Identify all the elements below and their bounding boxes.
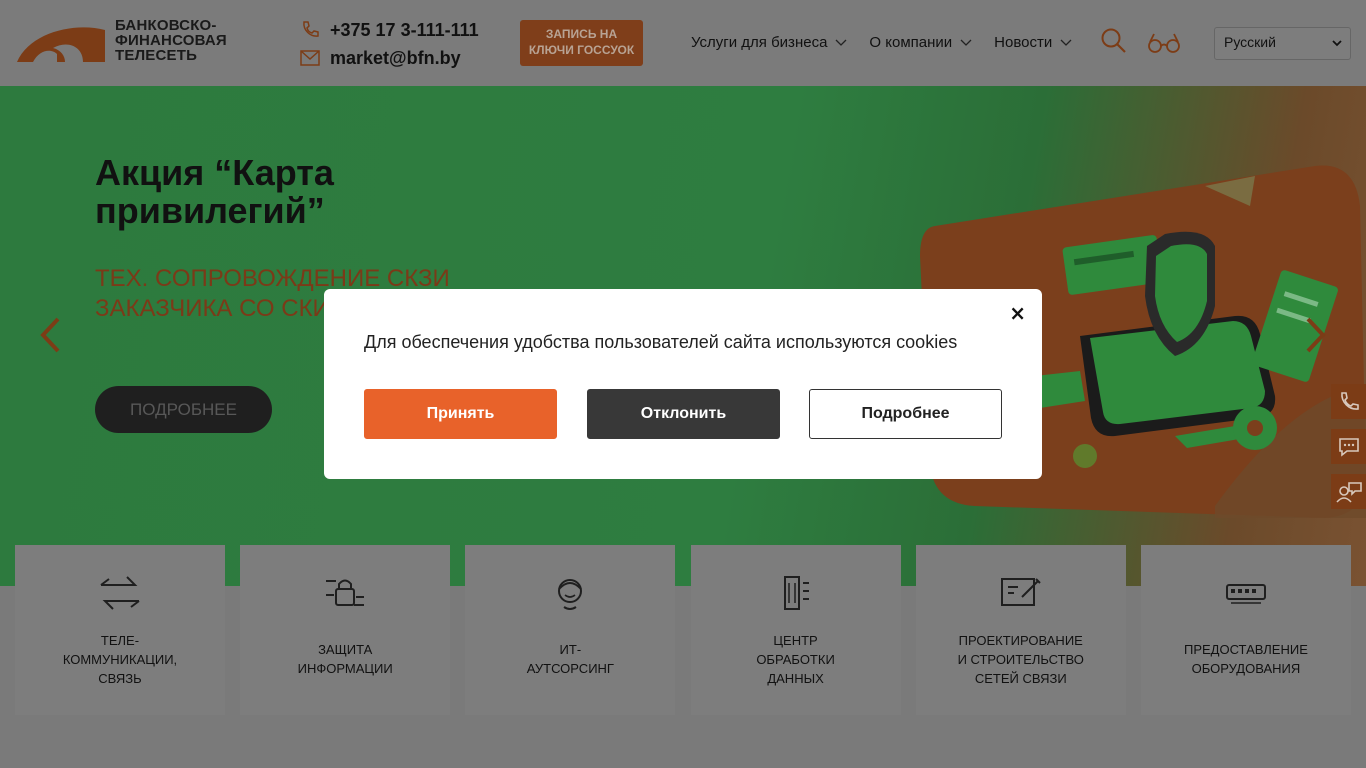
language-value: Русский [1224,34,1276,50]
service-label: ИТ- АУТСОРСИНГ [526,642,614,676]
network-switch-icon [1225,584,1266,604]
cta-line: КЛЮЧИ ГОССУОК [528,43,635,57]
main-nav: Услуги для бизнеса О компании Новости [691,34,1094,51]
header-contacts: +375 17 3-111-111 market@bfn.by [300,16,479,72]
slider-prev-arrow-icon[interactable] [38,316,62,354]
blueprint-pencil-icon [1000,578,1041,606]
chevron-down-icon [1332,40,1342,47]
nav-label: Услуги для бизнеса [691,34,828,51]
cta-line: ЗАПИСЬ НА [545,27,618,41]
gossuok-keys-button[interactable]: ЗАПИСЬ НА КЛЮЧИ ГОССУОК [520,20,643,66]
side-callback-button[interactable] [1331,384,1366,419]
service-label: ЗАЩИТА ИНФОРМАЦИИ [297,642,393,676]
phone-link[interactable]: +375 17 3-111-111 [300,16,479,44]
side-chat-button[interactable] [1331,429,1366,464]
logo-line: БАНКОВСКО- [115,17,217,34]
service-card-network-design[interactable]: ПРОЕКТИРОВАНИЕ И СТРОИТЕЛЬСТВО СЕТЕЙ СВЯ… [915,545,1126,715]
site-logo[interactable]: БАНКОВСКО- ФИНАНСОВАЯ ТЕЛЕСЕТЬ [15,18,235,68]
search-icon[interactable] [1101,28,1127,54]
slider-next-arrow-icon[interactable] [1304,316,1328,354]
hero-more-button[interactable]: ПОДРОБНЕЕ [95,386,272,433]
language-select[interactable]: Русский [1214,27,1351,60]
phone-icon [303,21,319,37]
decline-cookies-button[interactable]: Отклонить [587,389,780,439]
nav-item-about[interactable]: О компании [869,34,972,51]
accessibility-glasses-icon[interactable] [1148,32,1180,54]
nav-item-news[interactable]: Новости [994,34,1072,51]
email-address: market@bfn.by [330,47,461,68]
phone-icon [1340,391,1359,410]
service-label: ПРЕДОСТАВЛЕНИЕ ОБОРУДОВАНИЯ [1184,642,1308,676]
nav-item-business-services[interactable]: Услуги для бизнеса [691,34,847,51]
side-consultant-button[interactable] [1331,474,1366,509]
datacenter-icon [783,576,809,610]
site-header: БАНКОВСКО- ФИНАНСОВАЯ ТЕЛЕСЕТЬ +375 17 3… [0,0,1366,86]
services-grid: ТЕЛЕ- КОММУНИКАЦИИ, СВЯЗЬ ЗАЩИТА ИНФОРМА… [15,545,1366,715]
chat-bubble-icon [1338,437,1359,457]
service-card-security[interactable]: ЗАЩИТА ИНФОРМАЦИИ [240,545,451,715]
service-label: ЦЕНТР ОБРАБОТКИ ДАННЫХ [756,632,835,686]
nav-label: Новости [994,34,1053,51]
cookie-details-button[interactable]: Подробнее [809,389,1002,439]
cookie-consent-dialog: × Для обеспечения удобства пользователей… [324,289,1042,479]
logo-mark-icon [17,27,105,62]
service-card-equipment[interactable]: ПРЕДОСТАВЛЕНИЕ ОБОРУДОВАНИЯ [1140,545,1351,715]
service-card-telecom[interactable]: ТЕЛЕ- КОММУНИКАЦИИ, СВЯЗЬ [15,545,225,715]
envelope-icon [300,50,320,66]
service-card-it-outsourcing[interactable]: ИТ- АУТСОРСИНГ [465,545,676,715]
service-label: ПРОЕКТИРОВАНИЕ И СТРОИТЕЛЬСТВО СЕТЕЙ СВЯ… [957,632,1084,686]
arrows-exchange-icon [100,576,140,610]
consultant-icon [1335,481,1362,503]
service-label: ТЕЛЕ- КОММУНИКАЦИИ, СВЯЗЬ [62,632,178,686]
phone-number: +375 17 3-111-111 [330,19,479,40]
close-icon[interactable]: × [1009,301,1026,325]
lock-network-icon [326,579,365,606]
chevron-down-icon [1060,39,1072,46]
nav-label: О компании [869,34,953,51]
logo-line: ТЕЛЕСЕТЬ [115,47,198,64]
hero-title: Акция “Карта привилегий” [95,152,334,231]
service-card-datacenter[interactable]: ЦЕНТР ОБРАБОТКИ ДАННЫХ [690,545,901,715]
logo-line: ФИНАНСОВАЯ [115,32,227,49]
accept-cookies-button[interactable]: Принять [364,389,557,439]
cookie-message: Для обеспечения удобства пользователей с… [364,332,958,352]
logo-text: БАНКОВСКО- ФИНАНСОВАЯ ТЕЛЕСЕТЬ [115,18,227,63]
support-agent-icon [558,579,583,610]
chevron-down-icon [835,39,847,46]
chevron-down-icon [960,39,972,46]
email-link[interactable]: market@bfn.by [300,44,479,72]
